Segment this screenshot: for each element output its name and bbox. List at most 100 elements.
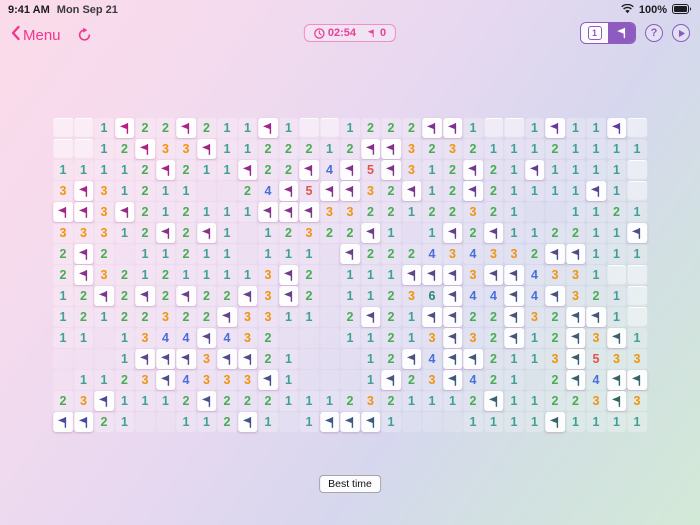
cell-flag[interactable] <box>114 202 135 222</box>
cell-empty[interactable] <box>155 412 176 432</box>
cell-number[interactable]: 3 <box>94 223 114 243</box>
cell-number[interactable]: 1 <box>401 328 422 348</box>
cell-number[interactable]: 2 <box>217 412 237 432</box>
cell-number[interactable]: 1 <box>278 391 299 411</box>
cell-number[interactable]: 2 <box>463 391 483 411</box>
cell-flag[interactable] <box>360 223 381 243</box>
cell-number[interactable]: 4 <box>463 244 483 264</box>
cell-number[interactable]: 1 <box>217 265 237 285</box>
cell-number[interactable]: 2 <box>422 202 442 222</box>
cell-hidden[interactable] <box>627 265 647 285</box>
cell-number[interactable]: 2 <box>114 139 135 159</box>
cell-empty[interactable] <box>319 265 340 285</box>
cell-number[interactable]: 3 <box>94 181 114 201</box>
cell-number[interactable]: 3 <box>524 307 545 327</box>
cell-number[interactable]: 1 <box>606 223 627 243</box>
cell-number[interactable]: 3 <box>565 286 586 306</box>
cell-flag[interactable] <box>53 412 73 432</box>
cell-number[interactable]: 2 <box>524 244 545 264</box>
cell-number[interactable]: 2 <box>565 391 586 411</box>
cell-flag[interactable] <box>483 265 504 285</box>
cell-number[interactable]: 3 <box>565 265 586 285</box>
cell-number[interactable]: 2 <box>340 307 360 327</box>
cell-number[interactable]: 4 <box>258 181 278 201</box>
cell-number[interactable]: 4 <box>463 286 483 306</box>
cell-number[interactable]: 3 <box>258 307 278 327</box>
cell-flag[interactable] <box>73 244 94 264</box>
cell-flag[interactable] <box>504 307 524 327</box>
cell-number[interactable]: 1 <box>217 223 237 243</box>
cell-number[interactable]: 1 <box>217 139 237 159</box>
cell-number[interactable]: 1 <box>586 244 606 264</box>
cell-number[interactable]: 3 <box>217 370 237 390</box>
cell-number[interactable]: 4 <box>217 328 237 348</box>
play-button[interactable] <box>672 24 690 42</box>
cell-number[interactable]: 2 <box>73 307 94 327</box>
cell-number[interactable]: 1 <box>586 265 606 285</box>
cell-hidden[interactable] <box>299 118 319 138</box>
cell-flag[interactable] <box>237 412 258 432</box>
cell-number[interactable]: 1 <box>94 139 114 159</box>
cell-number[interactable]: 2 <box>381 181 401 201</box>
cell-flag[interactable] <box>237 349 258 369</box>
cell-flag[interactable] <box>319 181 340 201</box>
cell-number[interactable]: 1 <box>586 202 606 222</box>
cell-number[interactable]: 1 <box>299 244 319 264</box>
cell-number[interactable]: 5 <box>360 160 381 180</box>
cell-number[interactable]: 2 <box>196 286 217 306</box>
cell-number[interactable]: 1 <box>360 328 381 348</box>
cell-number[interactable]: 3 <box>463 328 483 348</box>
cell-hidden[interactable] <box>73 139 94 159</box>
cell-number[interactable]: 4 <box>422 349 442 369</box>
cell-number[interactable]: 3 <box>422 370 442 390</box>
cell-number[interactable]: 2 <box>135 118 155 138</box>
cell-flag[interactable] <box>401 181 422 201</box>
cell-flag[interactable] <box>278 286 299 306</box>
cell-hidden[interactable] <box>319 118 340 138</box>
cell-flag[interactable] <box>360 139 381 159</box>
cell-empty[interactable] <box>319 370 340 390</box>
cell-number[interactable]: 1 <box>504 181 524 201</box>
cell-flag[interactable] <box>545 286 565 306</box>
cell-flag[interactable] <box>606 370 627 390</box>
cell-number[interactable]: 1 <box>114 349 135 369</box>
cell-number[interactable]: 3 <box>586 328 606 348</box>
cell-number[interactable]: 2 <box>176 244 196 264</box>
cell-hidden[interactable] <box>606 265 627 285</box>
cell-number[interactable]: 3 <box>442 244 463 264</box>
cell-number[interactable]: 1 <box>504 349 524 369</box>
cell-number[interactable]: 1 <box>340 265 360 285</box>
cell-number[interactable]: 1 <box>94 118 114 138</box>
cell-number[interactable]: 2 <box>483 160 504 180</box>
cell-flag[interactable] <box>606 118 627 138</box>
cell-number[interactable]: 1 <box>319 391 340 411</box>
cell-empty[interactable] <box>545 202 565 222</box>
cell-empty[interactable] <box>278 412 299 432</box>
cell-number[interactable]: 3 <box>606 349 627 369</box>
cell-flag[interactable] <box>483 391 504 411</box>
cell-number[interactable]: 1 <box>196 412 217 432</box>
cell-flag[interactable] <box>135 349 155 369</box>
cell-flag[interactable] <box>258 118 278 138</box>
cell-number[interactable]: 2 <box>135 160 155 180</box>
cell-number[interactable]: 2 <box>53 244 73 264</box>
cell-number[interactable]: 3 <box>483 244 504 264</box>
cell-number[interactable]: 1 <box>258 412 278 432</box>
dig-mode-segment[interactable]: 1 <box>581 23 608 43</box>
cell-hidden[interactable] <box>483 118 504 138</box>
cell-flag[interactable] <box>73 202 94 222</box>
menu-button[interactable]: Menu <box>10 25 61 45</box>
cell-number[interactable]: 1 <box>483 139 504 159</box>
cell-number[interactable]: 3 <box>504 244 524 264</box>
cell-number[interactable]: 1 <box>606 307 627 327</box>
cell-empty[interactable] <box>299 328 319 348</box>
cell-number[interactable]: 2 <box>360 244 381 264</box>
cell-number[interactable]: 2 <box>545 370 565 390</box>
cell-empty[interactable] <box>524 370 545 390</box>
cell-number[interactable]: 3 <box>237 307 258 327</box>
cell-number[interactable]: 1 <box>504 391 524 411</box>
cell-empty[interactable] <box>319 307 340 327</box>
cell-number[interactable]: 2 <box>565 223 586 243</box>
cell-number[interactable]: 2 <box>237 181 258 201</box>
cell-number[interactable]: 3 <box>94 202 114 222</box>
